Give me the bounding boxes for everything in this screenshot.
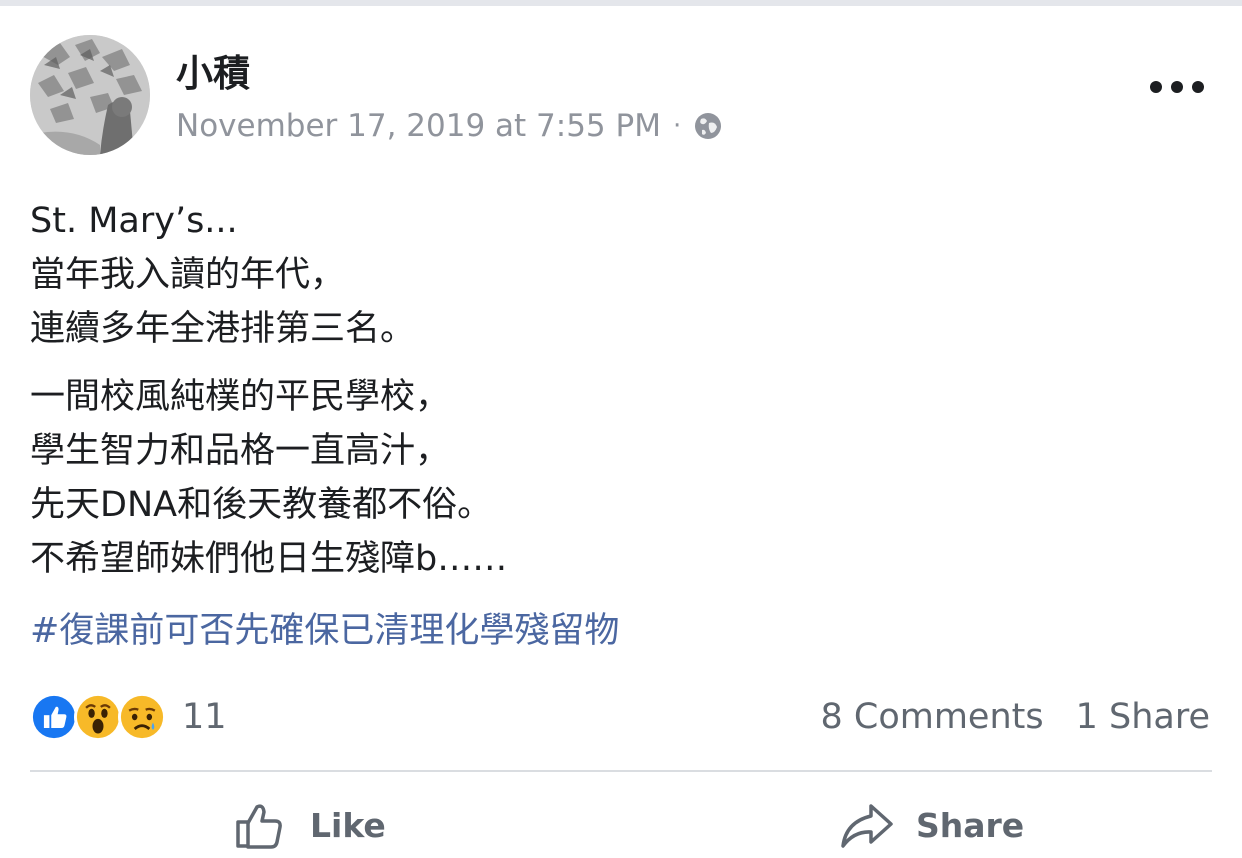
reactions-summary[interactable]: 11 bbox=[30, 692, 227, 742]
meta-separator: · bbox=[672, 111, 682, 141]
post-line: 學生智力和品格一直高汁， bbox=[30, 431, 451, 471]
avatar[interactable] bbox=[30, 35, 150, 155]
post-line: 連續多年全港排第三名。 bbox=[30, 309, 416, 349]
post-line: 當年我入讀的年代， bbox=[30, 255, 346, 295]
top-separator bbox=[0, 0, 1242, 6]
post-paragraph: St. Mary’s... 當年我入讀的年代， 連續多年全港排第三名。 bbox=[30, 194, 1210, 356]
more-dot-icon bbox=[1150, 81, 1162, 93]
post-line: St. Mary’s... bbox=[30, 201, 238, 241]
more-options-button[interactable] bbox=[1150, 70, 1204, 104]
author-name[interactable]: 小積 bbox=[176, 50, 250, 98]
post-meta: November 17, 2019 at 7:55 PM · bbox=[176, 106, 723, 146]
engagement-stats: 8 Comments 1 Share bbox=[820, 692, 1210, 742]
sad-icon bbox=[118, 693, 166, 741]
wow-icon bbox=[74, 693, 122, 741]
more-dot-icon bbox=[1192, 81, 1204, 93]
post-line: 先天DNA和後天教養都不俗。 bbox=[30, 485, 493, 525]
post-line: 一間校風純樸的平民學校， bbox=[30, 377, 451, 417]
like-label: Like bbox=[310, 805, 386, 845]
share-label: Share bbox=[916, 805, 1025, 845]
post-paragraph: 一間校風純樸的平民學校， 學生智力和品格一直高汁， 先天DNA和後天教養都不俗。… bbox=[30, 370, 1210, 586]
thumbs-up-icon bbox=[236, 804, 282, 849]
hashtag-link[interactable]: #復課前可否先確保已清理化學殘留物 bbox=[30, 604, 619, 658]
shares-count-link[interactable]: 1 Share bbox=[1076, 697, 1210, 737]
globe-icon bbox=[693, 111, 723, 141]
like-icon bbox=[30, 693, 78, 741]
comments-count-link[interactable]: 8 Comments bbox=[820, 697, 1043, 737]
post-body: St. Mary’s... 當年我入讀的年代， 連續多年全港排第三名。 一間校風… bbox=[30, 194, 1210, 600]
more-dot-icon bbox=[1171, 81, 1183, 93]
post-timestamp[interactable]: November 17, 2019 at 7:55 PM bbox=[176, 108, 661, 144]
post-line: 不希望師妹們他日生殘障b…… bbox=[30, 539, 508, 579]
avatar-image bbox=[30, 35, 150, 155]
share-arrow-icon bbox=[841, 804, 893, 848]
like-button[interactable]: Like bbox=[232, 792, 386, 858]
share-button[interactable]: Share bbox=[838, 792, 1024, 858]
reaction-count: 11 bbox=[182, 697, 227, 737]
actions-divider bbox=[30, 770, 1212, 772]
